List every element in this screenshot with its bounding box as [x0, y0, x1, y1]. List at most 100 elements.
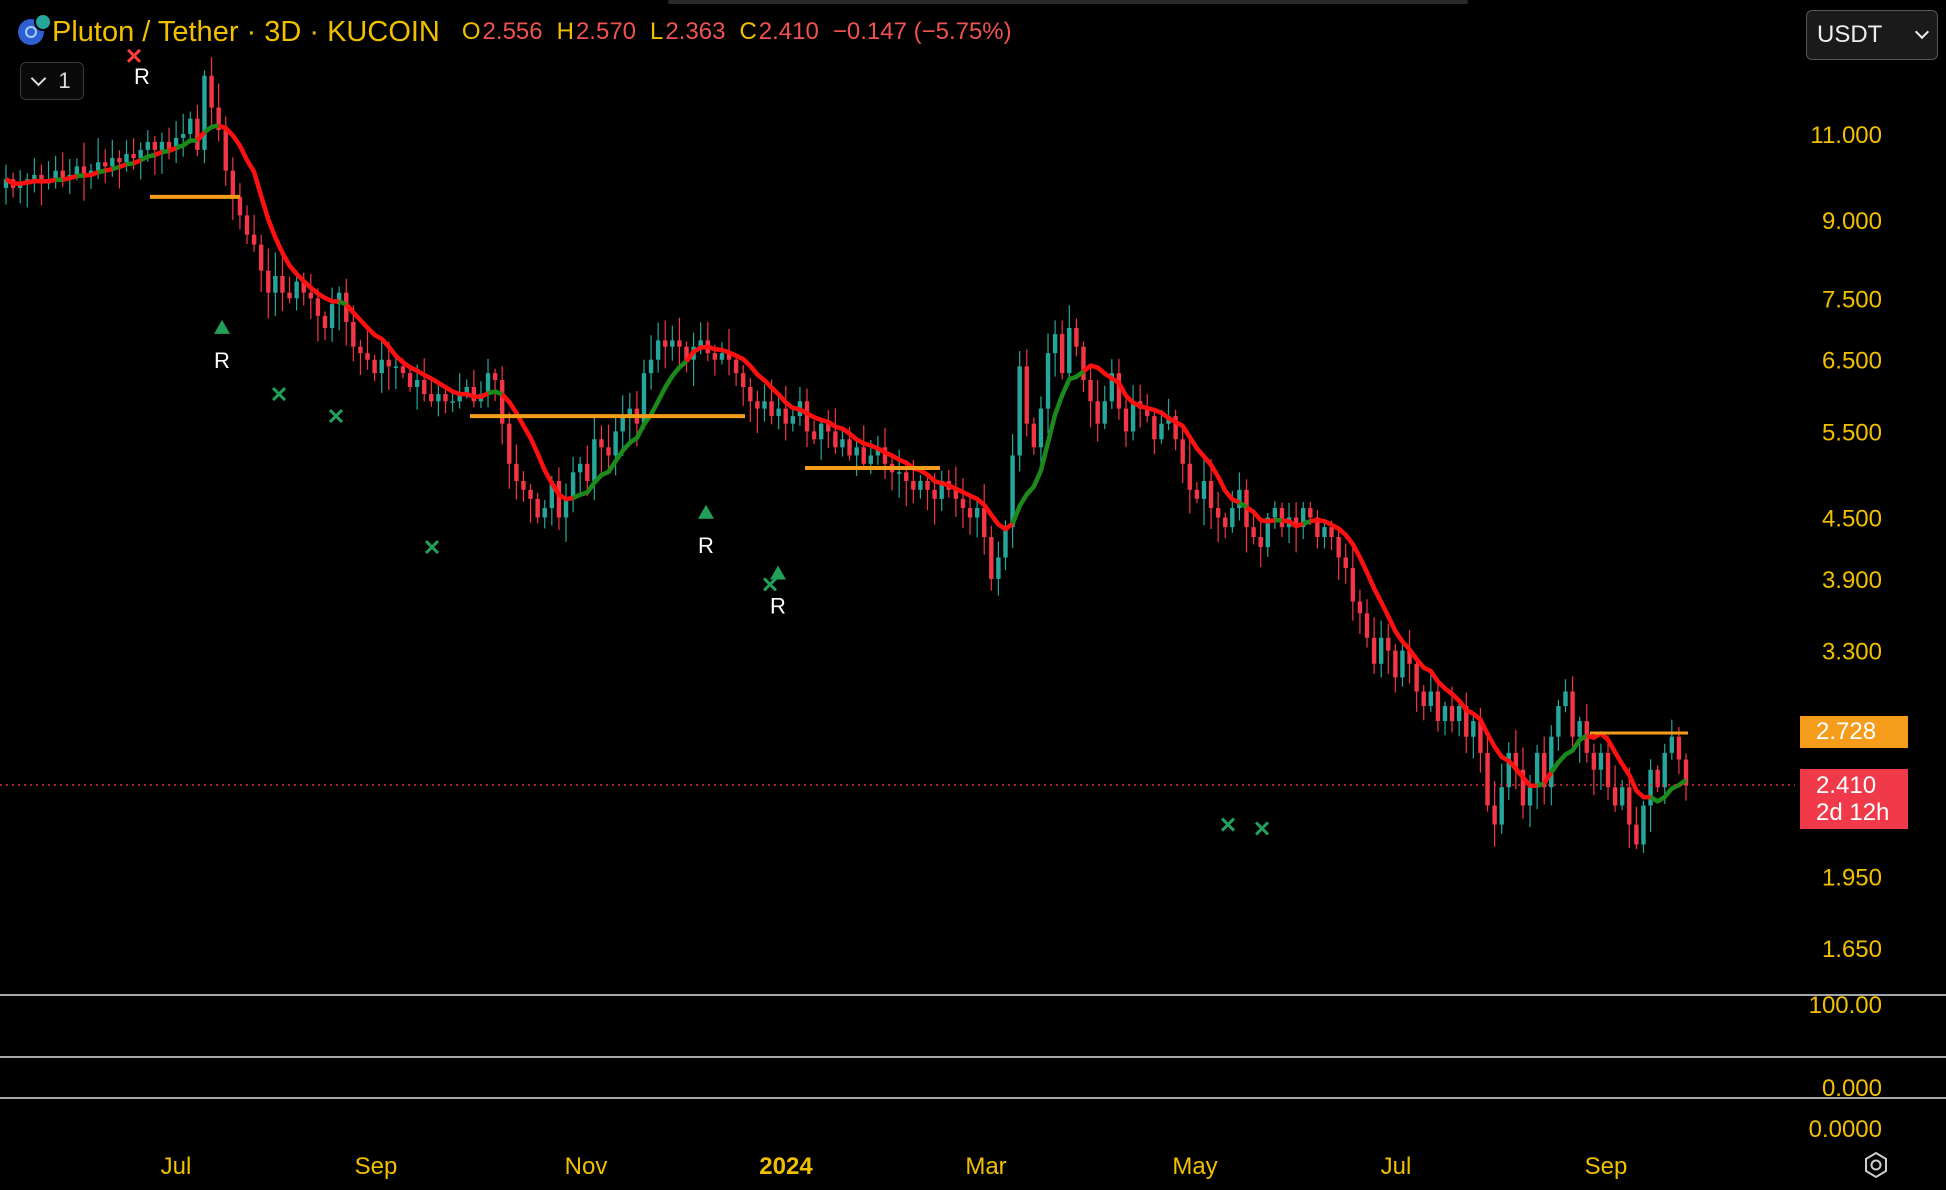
- candle-body: [1364, 613, 1370, 638]
- candle-body: [790, 416, 796, 424]
- indicator-count: 1: [58, 68, 71, 93]
- candle-body: [95, 162, 101, 171]
- candle: [1393, 644, 1398, 693]
- candle-body: [393, 366, 399, 368]
- candle-body: [1634, 824, 1639, 845]
- candle: [514, 444, 519, 500]
- candle-body: [195, 118, 200, 150]
- candle: [1669, 719, 1675, 760]
- candle: [1386, 623, 1391, 675]
- chevron-down-icon: [31, 70, 47, 86]
- candle-body: [436, 394, 441, 402]
- candle-body: [556, 480, 562, 518]
- candle-body: [989, 537, 994, 579]
- candle: [1067, 305, 1072, 385]
- candle-body: [351, 321, 356, 347]
- candle-body: [1258, 537, 1263, 548]
- last-price-value: 2.410: [1816, 772, 1877, 799]
- candle: [783, 385, 788, 441]
- candle: [1634, 806, 1639, 850]
- candle: [393, 357, 399, 390]
- candle-body: [1187, 463, 1192, 490]
- price-chart[interactable]: R R R R 11.000 9.000 7.500 6.500 5.500 4.500 3.90…: [0, 0, 1946, 1190]
- candle-body: [577, 463, 583, 473]
- candle-body: [117, 158, 122, 163]
- candle: [663, 320, 668, 369]
- candle-body: [450, 401, 455, 403]
- candle: [1031, 417, 1037, 455]
- candle-body: [1499, 787, 1504, 825]
- candle: [39, 164, 44, 206]
- candle: [1187, 439, 1192, 514]
- signal-cross: [424, 540, 440, 555]
- currency-select[interactable]: USDT: [1806, 10, 1938, 60]
- ma-segment: [1281, 517, 1304, 529]
- ma-segment: [175, 138, 198, 151]
- candle-body: [365, 353, 370, 360]
- candle-body: [542, 508, 547, 518]
- candle-body: [1215, 508, 1221, 518]
- candle: [790, 410, 796, 432]
- candle: [982, 483, 987, 555]
- candle: [1109, 359, 1115, 410]
- candle-body: [188, 118, 193, 134]
- ma-segment: [97, 168, 106, 175]
- collapse-indicators-button[interactable]: 1: [20, 62, 84, 100]
- candle: [677, 317, 682, 367]
- candle: [1655, 765, 1660, 793]
- candle: [25, 173, 30, 208]
- candle-body: [1549, 736, 1554, 788]
- ma-segment: [487, 389, 504, 397]
- candle: [1336, 526, 1341, 580]
- candle-body: [1612, 787, 1618, 806]
- candle: [670, 325, 675, 361]
- time-tick-label: Jul: [161, 1153, 192, 1180]
- candle: [209, 57, 214, 127]
- candle-body: [322, 315, 328, 328]
- candle-body: [230, 170, 236, 197]
- candle-body: [563, 498, 569, 518]
- signal-cross: [271, 387, 287, 402]
- candle-body: [670, 340, 675, 347]
- candle: [1520, 747, 1526, 819]
- candle: [974, 501, 980, 538]
- ma-segment: [111, 164, 121, 172]
- candle-body: [280, 276, 285, 293]
- candle: [1570, 676, 1575, 747]
- candle-body: [1485, 752, 1490, 806]
- candle: [500, 366, 505, 445]
- candle-body: [925, 480, 930, 490]
- candle-body: [209, 75, 214, 108]
- candle-body: [932, 489, 937, 499]
- candle: [280, 256, 285, 312]
- candle: [1315, 510, 1320, 549]
- candle-body: [1159, 423, 1164, 440]
- candle-body: [811, 431, 817, 440]
- candle: [379, 340, 384, 393]
- time-axis: Jul Sep Nov 2024 Mar May Jul Sep: [161, 1153, 1628, 1180]
- candle-body: [1492, 805, 1497, 825]
- candle-body: [1201, 480, 1207, 499]
- symbol-title[interactable]: Pluton / Tether · 3D · KUCOIN: [52, 16, 440, 49]
- candle: [1534, 745, 1540, 810]
- candle: [485, 358, 491, 408]
- time-tick-label: May: [1172, 1153, 1217, 1180]
- ma-segment: [161, 148, 170, 155]
- candle: [1244, 479, 1249, 553]
- candle-body: [1598, 752, 1604, 770]
- candle: [648, 335, 654, 390]
- signal-cross: [328, 409, 344, 424]
- chart-header: Pluton / Tether · 3D · KUCOIN O2.556 H2.…: [18, 12, 1012, 52]
- candle: [811, 420, 817, 445]
- candle-body: [138, 149, 143, 159]
- candle-body: [1428, 691, 1434, 707]
- candle-body: [592, 439, 597, 481]
- candle: [889, 454, 895, 491]
- candle-body: [1017, 366, 1022, 456]
- candle-body: [223, 130, 228, 171]
- candle: [1683, 753, 1689, 801]
- candle-body: [1570, 691, 1575, 737]
- candle: [563, 483, 569, 542]
- candle-body: [585, 463, 590, 481]
- settings-gear-icon[interactable]: [1862, 1151, 1890, 1179]
